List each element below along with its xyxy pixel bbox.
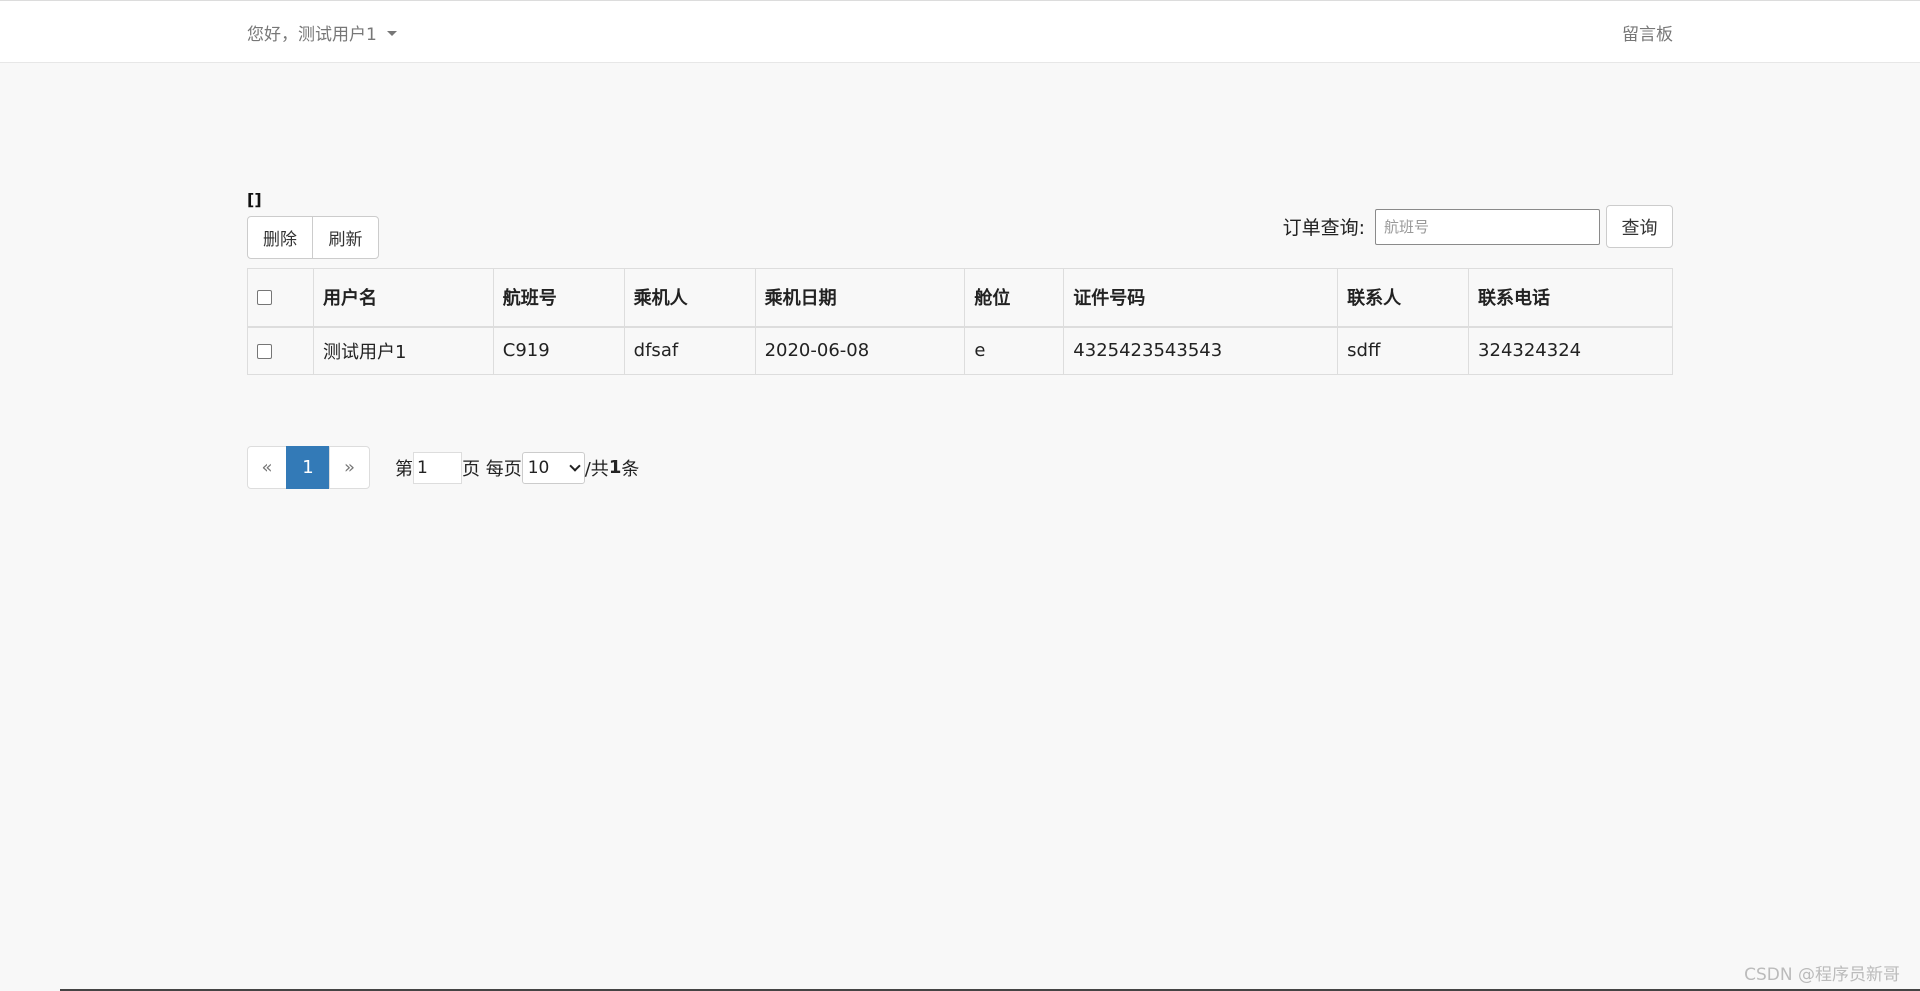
cell-phone: 324324324 (1468, 326, 1673, 375)
pager-info: 第 页 每页 10 /共 1 条 (395, 451, 640, 484)
header-passenger[interactable]: 乘机人 (623, 268, 756, 328)
refresh-button[interactable]: 刷新 (312, 216, 379, 259)
order-search-area: 订单查询: 查询 (1283, 205, 1673, 248)
header-flight-no[interactable]: 航班号 (492, 268, 625, 328)
pagination: « 1 » (247, 446, 370, 489)
message-board-link[interactable]: 留言板 (1622, 20, 1673, 45)
header-contact[interactable]: 联系人 (1337, 268, 1470, 328)
page-size-value: 10 (527, 457, 550, 478)
header-select-all-cell (247, 268, 314, 328)
header-phone[interactable]: 联系电话 (1468, 268, 1673, 328)
delete-button[interactable]: 删除 (247, 216, 313, 259)
flight-number-search-input[interactable] (1375, 208, 1600, 245)
chevron-down-icon (569, 459, 581, 472)
cell-date: 2020-06-08 (754, 326, 966, 375)
page-size-select[interactable]: 10 (521, 451, 585, 484)
cell-username: 测试用户1 (312, 326, 494, 375)
header-id-number[interactable]: 证件号码 (1063, 268, 1339, 328)
search-label: 订单查询: (1282, 217, 1365, 239)
total-count: 1 (608, 457, 622, 478)
page-1-button[interactable]: 1 (286, 446, 330, 489)
main-content: [] 删除 刷新 订单查询: 查询 用户名 航班号 (247, 188, 1673, 489)
header-cabin[interactable]: 舱位 (964, 268, 1065, 328)
row-select-cell (247, 326, 314, 375)
search-button[interactable]: 查询 (1606, 205, 1673, 248)
page-size-label: 页 每页 (462, 458, 522, 480)
page-prefix-label: 第 (395, 458, 413, 480)
header-date[interactable]: 乘机日期 (754, 268, 966, 328)
top-navbar: 您好，测试用户1 留言板 (0, 0, 1920, 63)
total-suffix-label: 条 (621, 458, 640, 480)
user-menu-dropdown[interactable]: 您好，测试用户1 (247, 20, 397, 45)
select-all-checkbox[interactable] (257, 290, 272, 306)
watermark: CSDN @程序员新哥 (1744, 965, 1900, 985)
cell-flight-no: C919 (492, 326, 625, 375)
orders-table: 用户名 航班号 乘机人 乘机日期 舱位 证件号码 联系人 联系电话 测试用户1 … (247, 268, 1673, 375)
cell-contact: sdff (1337, 326, 1470, 375)
total-prefix-label: /共 (584, 458, 609, 480)
pagination-bar: « 1 » 第 页 每页 10 /共 1 条 (247, 446, 639, 489)
cell-cabin: e (964, 326, 1065, 375)
toolbar: 删除 刷新 订单查询: 查询 (247, 205, 1673, 268)
table-header-row: 用户名 航班号 乘机人 乘机日期 舱位 证件号码 联系人 联系电话 (247, 268, 1673, 328)
page-number-input[interactable] (413, 451, 462, 484)
row-checkbox[interactable] (257, 343, 272, 359)
caret-down-icon (386, 31, 397, 36)
table-row[interactable]: 测试用户1 C919 dfsaf 2020-06-08 e 4325423543… (247, 326, 1673, 375)
cell-passenger: dfsaf (623, 326, 756, 375)
next-page-button[interactable]: » (329, 446, 370, 489)
prev-page-button[interactable]: « (247, 446, 287, 489)
cell-id-number: 4325423543543 (1063, 326, 1339, 375)
header-username[interactable]: 用户名 (312, 268, 494, 328)
action-button-group: 删除 刷新 (247, 216, 379, 259)
user-greeting: 您好，测试用户1 (247, 25, 377, 45)
